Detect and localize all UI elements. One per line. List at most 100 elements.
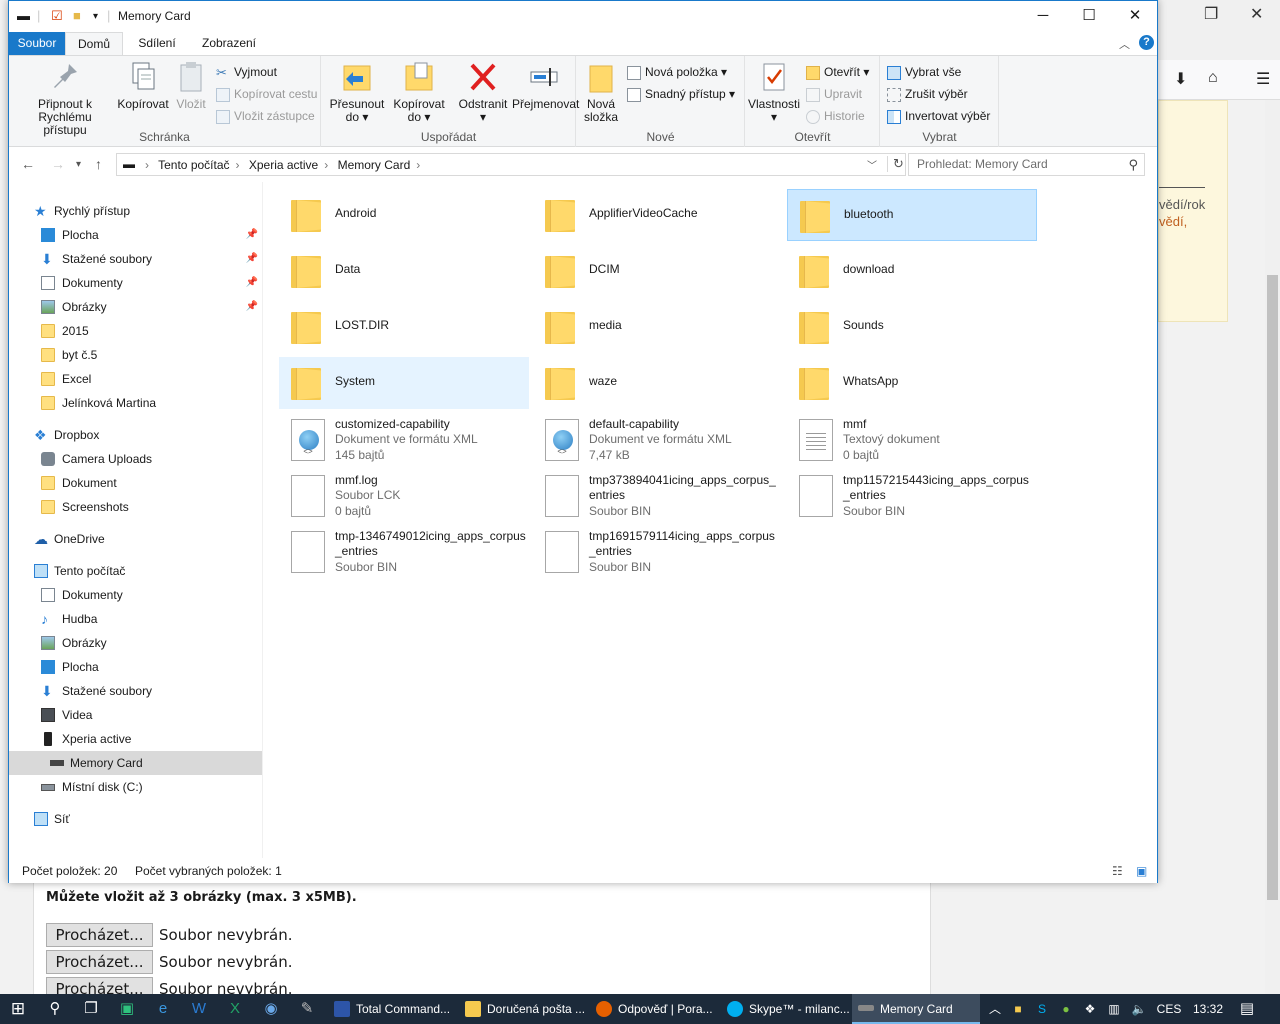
crumb-xperia[interactable]: Xperia active <box>249 158 318 172</box>
folder-item[interactable]: download <box>787 245 1037 297</box>
nav-pc-desktop[interactable]: Plocha <box>9 655 262 679</box>
copy-to-button[interactable]: Kopírovat do ▾ <box>388 60 450 124</box>
nav-this-pc[interactable]: Tento počítač <box>9 559 262 583</box>
up-arrow-icon[interactable]: ↑ <box>95 156 102 172</box>
taskbar-firefox[interactable]: Odpověď | Pora... <box>590 994 718 1024</box>
browse-button[interactable]: Procházet... <box>46 950 153 974</box>
folder-item[interactable]: media <box>533 301 783 353</box>
refresh-icon[interactable]: ↻ <box>887 156 904 172</box>
word-icon[interactable]: W <box>182 994 216 1024</box>
new-folder-quick-icon[interactable]: ■ <box>73 8 81 23</box>
large-icons-view-icon[interactable]: ▣ <box>1136 864 1147 878</box>
folder-item[interactable]: LOST.DIR <box>279 301 529 353</box>
nav-item-pictures[interactable]: Obrázky 📌 <box>9 295 262 319</box>
nav-pc-videos[interactable]: Videa <box>9 703 262 727</box>
crumb-memory-card[interactable]: Memory Card <box>338 158 411 172</box>
tray-app-icon[interactable]: ● <box>1056 994 1076 1024</box>
nav-quick-access[interactable]: ★ Rychlý přístup <box>9 199 262 223</box>
properties-button[interactable]: Vlastnosti ▾ <box>746 60 802 124</box>
menu-icon[interactable]: ☰ <box>1256 69 1270 89</box>
nav-item-screenshots[interactable]: Screenshots <box>9 495 262 519</box>
task-view-icon[interactable]: ❐ <box>74 994 108 1024</box>
back-arrow-icon[interactable]: ← <box>21 156 35 172</box>
collapse-ribbon-icon[interactable]: ︿ <box>1119 36 1130 52</box>
copy-button[interactable]: Kopírovat <box>115 60 171 111</box>
address-bar[interactable]: ▬ › Tento počítač › Xperia active › Memory… <box>116 153 906 176</box>
select-none-button[interactable]: Zrušit výběr <box>887 84 968 104</box>
folder-item[interactable]: Android <box>279 189 529 241</box>
nav-pc-documents[interactable]: Dokumenty <box>9 583 262 607</box>
address-dropdown-icon[interactable]: ﹀ <box>867 157 877 172</box>
delete-button[interactable]: Odstranit ▾ <box>452 60 514 124</box>
details-view-icon[interactable]: ☷ <box>1112 864 1123 878</box>
nav-dropbox[interactable]: ❖ Dropbox <box>9 423 262 447</box>
taskbar-mail[interactable]: Doručená pošta ... <box>459 994 587 1024</box>
start-windows-icon[interactable]: ⊞ <box>0 994 36 1024</box>
taskbar-memory-card[interactable]: Memory Card <box>852 994 980 1024</box>
maximize-icon[interactable]: ☐ <box>1066 1 1112 31</box>
clock[interactable]: 13:32 <box>1190 994 1226 1024</box>
tray-skype-icon[interactable]: S <box>1032 994 1052 1024</box>
folder-item[interactable]: WhatsApp <box>787 357 1037 409</box>
nav-item-dropbox-document[interactable]: Dokument <box>9 471 262 495</box>
edit-button[interactable]: Upravit <box>806 84 862 104</box>
nav-onedrive[interactable]: ☁ OneDrive <box>9 527 262 551</box>
taskbar-skype[interactable]: Skype™ - milanc... <box>721 994 850 1024</box>
move-to-button[interactable]: Přesunout do ▾ <box>326 60 388 124</box>
volume-icon[interactable]: 🔈 <box>1128 994 1150 1024</box>
easy-access-button[interactable]: Snadný přístup ▾ <box>627 84 735 104</box>
file-item[interactable]: tmp1691579114icing_apps_corpus_entries So… <box>533 525 783 577</box>
browser-close-icon[interactable]: ✕ <box>1250 4 1263 24</box>
nav-item-documents[interactable]: Dokumenty 📌 <box>9 271 262 295</box>
search-input[interactable]: Prohledat: Memory Card ⚲ <box>908 153 1145 176</box>
browse-button[interactable]: Procházet... <box>46 923 153 947</box>
nav-item-byt[interactable]: byt č.5 <box>9 343 262 367</box>
nav-pc-music[interactable]: ♪ Hudba <box>9 607 262 631</box>
pin-quick-access-button[interactable]: Připnout k Rychlému přístupu <box>15 60 115 137</box>
customize-quick-access-icon[interactable]: ▾ <box>93 11 98 22</box>
file-item[interactable]: <> customized-capability Dokument ve formá… <box>279 413 529 465</box>
cut-button[interactable]: ✂ Vyjmout <box>216 62 277 82</box>
folder-item[interactable]: ApplifierVideoCache <box>533 189 783 241</box>
nav-item-desktop[interactable]: Plocha 📌 <box>9 223 262 247</box>
paste-button[interactable]: Vložit <box>171 60 211 111</box>
properties-quick-icon[interactable]: ☑ <box>51 8 63 24</box>
nav-network[interactable]: Síť <box>9 807 262 831</box>
invert-selection-button[interactable]: Invertovat výběr <box>887 106 990 126</box>
language-indicator[interactable]: CES <box>1154 994 1184 1024</box>
folder-item[interactable]: Data <box>279 245 529 297</box>
history-button[interactable]: Historie <box>806 106 865 126</box>
excel-icon[interactable]: X <box>218 994 252 1024</box>
new-folder-button[interactable]: Nová složka <box>579 60 623 124</box>
browser-scrollbar[interactable] <box>1265 100 1280 994</box>
rename-button[interactable]: Přejmenovat <box>512 60 579 111</box>
folder-item[interactable]: DCIM <box>533 245 783 297</box>
folder-item[interactable]: Sounds <box>787 301 1037 353</box>
nav-item-camera-uploads[interactable]: Camera Uploads <box>9 447 262 471</box>
minimize-icon[interactable]: ─ <box>1020 1 1066 31</box>
pinned-app-icon[interactable]: ▣ <box>110 994 144 1024</box>
file-item[interactable]: mmf.log Soubor LCK 0 bajtů <box>279 469 529 521</box>
nav-item-downloads[interactable]: ⬇ Stažené soubory 📌 <box>9 247 262 271</box>
nav-item-2015[interactable]: 2015 <box>9 319 262 343</box>
folder-item[interactable]: waze <box>533 357 783 409</box>
show-hidden-icons-icon[interactable]: ︿ <box>986 994 1004 1024</box>
file-item[interactable]: tmp1157215443icing_apps_corpus_entries So… <box>787 469 1037 521</box>
nav-pc-downloads[interactable]: ⬇ Stažené soubory <box>9 679 262 703</box>
pinned-app-icon[interactable]: ✎ <box>290 994 324 1024</box>
taskbar-total-commander[interactable]: Total Command... <box>328 994 456 1024</box>
scrollbar-thumb[interactable] <box>1267 275 1278 900</box>
tab-view[interactable]: Zobrazení <box>193 32 265 55</box>
new-item-button[interactable]: Nová položka ▾ <box>627 62 727 82</box>
action-center-icon[interactable]: ▤ <box>1236 994 1258 1024</box>
tab-home[interactable]: Domů <box>65 32 123 55</box>
home-icon[interactable]: ⌂ <box>1208 69 1218 87</box>
select-all-button[interactable]: Vybrat vše <box>887 62 961 82</box>
tray-folder-icon[interactable]: ■ <box>1008 994 1028 1024</box>
nav-item-excel[interactable]: Excel <box>9 367 262 391</box>
open-button[interactable]: Otevřít ▾ <box>806 62 869 82</box>
close-icon[interactable]: ✕ <box>1112 1 1158 31</box>
nav-pc-pictures[interactable]: Obrázky <box>9 631 262 655</box>
pinned-app-icon[interactable]: ◉ <box>254 994 288 1024</box>
file-item[interactable]: <> default-capability Dokument ve formátu … <box>533 413 783 465</box>
